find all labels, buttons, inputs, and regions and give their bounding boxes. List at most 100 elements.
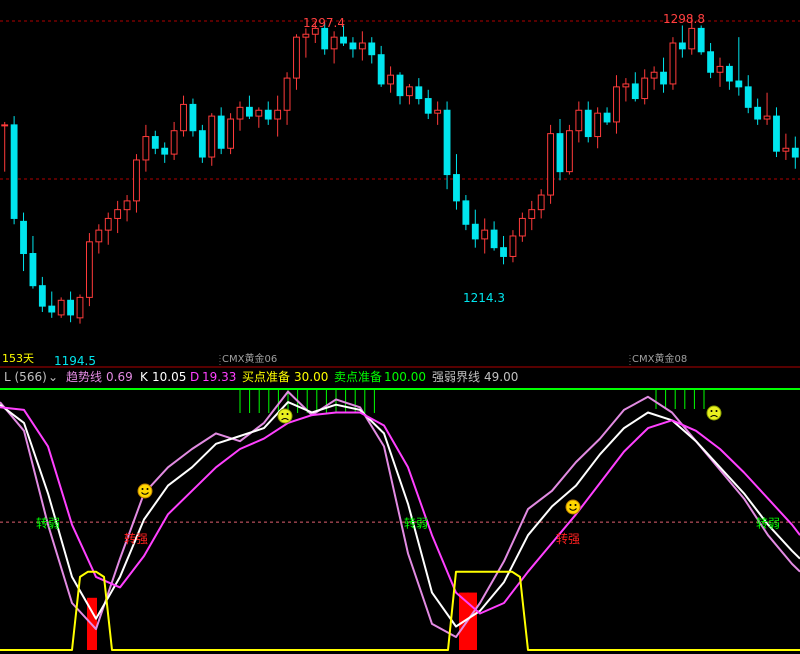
candle-up [688,27,696,50]
candle-down [198,130,206,158]
candle-down [453,174,460,202]
candle-group [1,17,799,324]
label-high-1: 1297.4 [303,16,345,30]
candle-up [283,77,291,111]
candle-up [387,74,395,85]
candle-up [1,124,9,127]
candle-up [170,130,178,155]
buy-signal-bars [87,592,477,650]
contract-label-2: CMX黄金08 [632,352,687,365]
label-low-2: 1214.3 [463,291,505,305]
candle-up [716,65,724,73]
candle-up [180,103,187,132]
candle-down [678,42,686,50]
candle-down [396,74,404,97]
smiley-icon [137,483,153,499]
candle-up [227,118,235,149]
candle-down [462,200,470,225]
legend-sell-value: 100.00 [384,370,426,384]
candle-down [744,86,752,108]
signal-labels: 转弱转强 转弱转强 转弱 [36,515,780,546]
candle-down [217,115,225,149]
indicator-panel: 转弱转强 转弱转强 转弱 [0,388,800,651]
candle-up [95,229,103,243]
candle-up [76,296,84,319]
series-line-d [0,406,800,615]
signal-label: 转弱 [756,515,780,530]
candle-down [697,27,705,53]
candle-down [754,106,762,120]
candle-up [650,71,658,79]
signal-label: 转强 [556,531,580,546]
candle-down [189,103,197,132]
legend-k-label: K [140,370,149,384]
legend-strength-value: 49.00 [484,370,518,384]
legend-d-label: D [190,370,199,384]
legend-strength-label: 强弱界线 [432,370,480,384]
candle-down [471,223,479,240]
candle-down [424,98,432,114]
sell-signal-ticks [239,389,705,413]
candle-down [161,147,169,155]
candle-up [669,42,677,85]
candle-up [123,200,131,211]
candle-up [274,109,282,120]
candle-up [537,194,545,211]
candle-up [405,86,413,97]
legend-l[interactable]: L (566) [4,370,47,384]
candle-down [660,71,667,85]
candle-up [434,109,442,114]
legend-buy-label: 买点准备 [242,370,290,384]
legend-trend-label: 趋势线 [66,370,102,384]
candle-down [48,305,56,313]
candle-up [613,86,620,123]
label-low-1: 1194.5 [54,354,96,368]
price-panel: 1297.4 1298.8 1194.5 1214.3 153天 CMX黄金06… [0,12,800,368]
candle-down [584,109,592,138]
candle-up [509,235,517,257]
candle-down [245,106,253,117]
indicator-lines [0,390,800,651]
candle-down [377,54,385,85]
candle-up [302,33,310,38]
frown-face-icon [706,405,722,421]
candle-down [791,147,799,158]
legend-buy-value: 30.00 [294,370,328,384]
candle-down [603,112,611,123]
signal-label: 转弱 [404,515,428,530]
candle-down [735,80,743,88]
candle-down [773,115,780,152]
candle-down [443,109,451,176]
candle-up [255,109,263,117]
legend-trend-value: 0.69 [106,370,133,384]
candle-up [763,115,771,120]
candle-up [142,136,150,161]
candle-up [622,83,630,88]
candle-up [358,42,366,50]
candle-down [38,285,46,307]
chart-canvas: 1297.4 1298.8 1194.5 1214.3 153天 CMX黄金06… [0,12,800,651]
candle-down [725,65,733,82]
signal-label: 转弱 [36,515,60,530]
candle-up [641,77,649,100]
signal-label: 转强 [124,531,148,546]
candle-up [85,241,93,298]
legend-chevron-icon[interactable]: ⌄ [48,370,58,384]
smiley-icon [565,499,581,515]
candle-down [490,229,498,249]
candle-down [556,133,564,173]
candle-down [67,299,75,316]
candle-down [368,42,376,56]
candle-down [10,124,18,219]
frown-face-icon [277,408,293,424]
indicator-legend: L (566) ⌄ 趋势线 0.69 K 10.05 D 19.33 买点准备 … [4,370,518,384]
candle-up [330,36,338,50]
candle-down [340,36,347,44]
candle-up [57,299,65,316]
buy-signal-bar [467,592,477,650]
candle-down [264,109,272,120]
series-line-buy-prep [0,570,800,651]
candle-up [594,112,602,138]
candle-up [114,209,122,219]
candle-up [208,115,216,158]
